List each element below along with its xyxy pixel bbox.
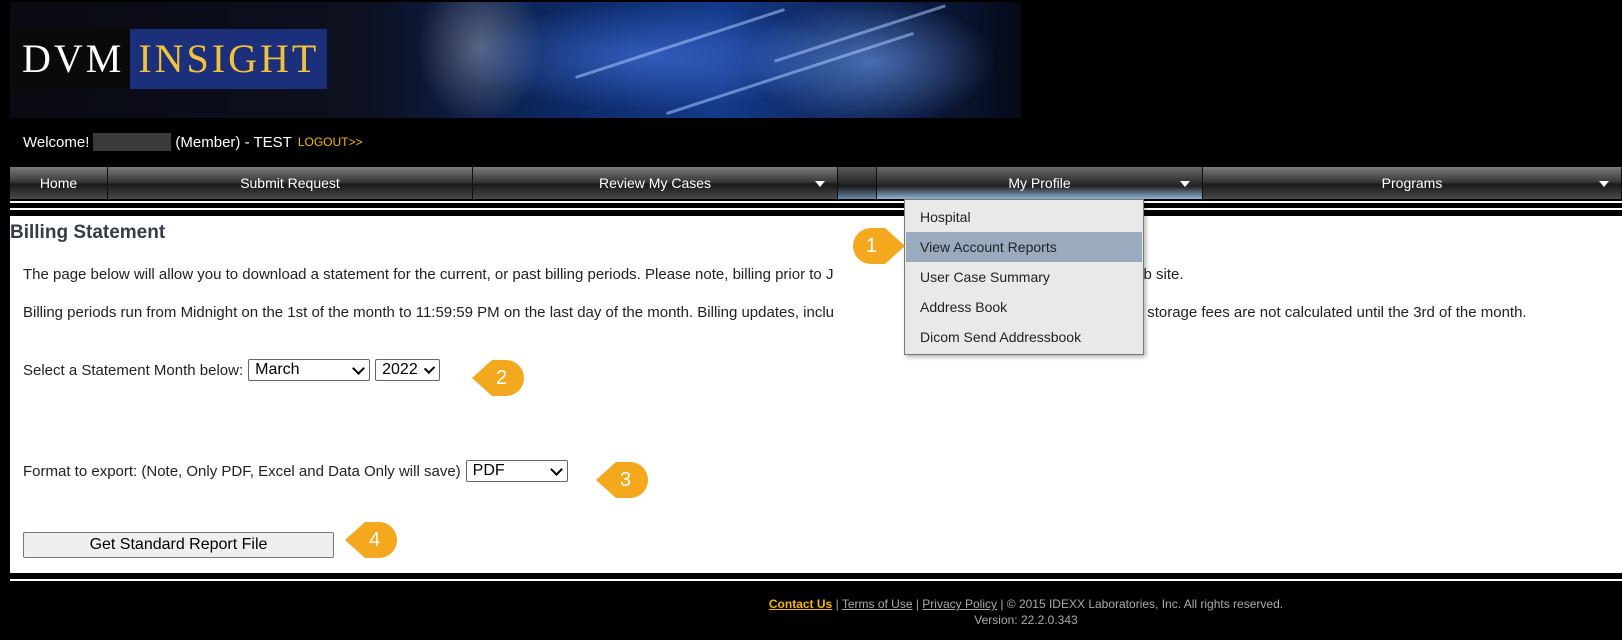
nav-review-my-cases[interactable]: Review My Cases: [473, 167, 838, 199]
main-content: Billing Statement The page below will al…: [10, 216, 1622, 573]
callout-4: 4: [345, 522, 397, 558]
my-profile-dropdown: Hospital View Account Reports User Case …: [904, 199, 1144, 355]
callout-3: 3: [596, 462, 648, 498]
chevron-down-icon: [352, 361, 365, 375]
logo-insight-text: INSIGHT: [130, 29, 328, 89]
callout-3-number: 3: [616, 462, 648, 498]
terms-of-use-link[interactable]: Terms of Use: [842, 597, 913, 611]
menu-item-address-book[interactable]: Address Book: [906, 292, 1142, 322]
content-top-border: [10, 208, 1622, 210]
footer-separator: |: [832, 597, 842, 611]
nav-submit-request[interactable]: Submit Request: [108, 167, 473, 199]
callout-1-pointer: [885, 228, 905, 264]
callout-2: 2: [472, 360, 524, 396]
nav-my-profile[interactable]: My Profile: [877, 167, 1203, 199]
main-nav: Home Submit Request Review My Cases My P…: [10, 167, 1622, 199]
menu-item-dicom-send-addressbook[interactable]: Dicom Send Addressbook: [906, 322, 1142, 352]
statement-month-label: Select a Statement Month below:: [23, 361, 244, 379]
callout-1-number: 1: [853, 228, 885, 264]
logout-link[interactable]: LOGOUT>>: [298, 135, 363, 149]
year-select[interactable]: 2022: [375, 359, 441, 381]
nav-divider: [10, 201, 1622, 203]
footer-divider: [10, 579, 1622, 581]
month-select[interactable]: March: [248, 359, 371, 381]
chevron-down-icon: [423, 362, 436, 374]
nav-programs[interactable]: Programs: [1203, 167, 1622, 199]
month-select-value: March: [255, 361, 300, 378]
format-select-value: PDF: [472, 462, 505, 479]
footer-separator: |: [912, 597, 923, 611]
year-select-value: 2022: [382, 361, 418, 378]
intro-paragraph-2-end: and storage fees are not calculated unti…: [1118, 304, 1527, 321]
chevron-down-icon: [1180, 181, 1190, 187]
header-banner: DVM INSIGHT: [10, 2, 1021, 118]
welcome-role: (Member) - TEST: [175, 133, 292, 151]
format-select[interactable]: PDF: [465, 460, 568, 482]
chevron-down-icon: [549, 462, 563, 476]
logo-dvm-text: DVM: [12, 29, 131, 89]
intro-paragraph-1-start: The page below will allow you to downloa…: [23, 266, 834, 283]
callout-2-number: 2: [492, 360, 524, 396]
banner-streak: [574, 8, 786, 79]
callout-4-number: 4: [365, 522, 397, 558]
welcome-greeting: Welcome!: [23, 133, 90, 151]
dvm-insight-logo: DVM INSIGHT: [12, 29, 352, 89]
intro-paragraph-2-start: Billing periods run from Midnight on the…: [23, 304, 835, 321]
intro-paragraph-1: The page below will allow you to downloa…: [23, 266, 1184, 283]
nav-programs-label: Programs: [1381, 175, 1443, 191]
chevron-down-icon: [1599, 181, 1609, 187]
nav-submit-request-label: Submit Request: [240, 175, 340, 191]
export-format-row: Format to export: (Note, Only PDF, Excel…: [23, 460, 568, 482]
callout-1: 1: [853, 228, 905, 264]
nav-my-profile-left[interactable]: [838, 167, 877, 199]
banner-streak: [773, 4, 947, 63]
intro-paragraph-2: Billing periods run from Midnight on the…: [23, 304, 1527, 321]
callout-4-pointer: [345, 522, 365, 558]
menu-item-hospital[interactable]: Hospital: [906, 202, 1142, 232]
contact-us-link[interactable]: Contact Us: [769, 597, 832, 611]
menu-item-user-case-summary[interactable]: User Case Summary: [906, 262, 1142, 292]
callout-3-pointer: [596, 462, 616, 498]
footer-links: Contact Us | Terms of Use | Privacy Poli…: [0, 596, 1622, 612]
export-format-label: Format to export: (Note, Only PDF, Excel…: [23, 462, 461, 480]
footer: Contact Us | Terms of Use | Privacy Poli…: [0, 596, 1622, 628]
redacted-username: [93, 133, 172, 151]
nav-review-my-cases-label: Review My Cases: [598, 175, 712, 191]
nav-home-label: Home: [39, 175, 78, 191]
footer-copyright: | © 2015 IDEXX Laboratories, Inc. All ri…: [996, 597, 1284, 611]
privacy-policy-link[interactable]: Privacy Policy: [922, 597, 997, 611]
get-standard-report-button[interactable]: Get Standard Report File: [23, 532, 334, 558]
chevron-down-icon: [815, 181, 825, 187]
nav-home[interactable]: Home: [10, 167, 108, 199]
page-title: Billing Statement: [10, 222, 166, 243]
welcome-bar: Welcome! (Member) - TEST LOGOUT>>: [23, 133, 363, 151]
callout-2-pointer: [472, 360, 492, 396]
menu-item-view-account-reports[interactable]: View Account Reports: [906, 232, 1142, 262]
statement-month-row: Select a Statement Month below: March 20…: [23, 359, 441, 381]
nav-my-profile-label: My Profile: [1008, 175, 1071, 191]
banner-streak: [665, 31, 915, 116]
footer-version: Version: 22.2.0.343: [974, 613, 1078, 627]
